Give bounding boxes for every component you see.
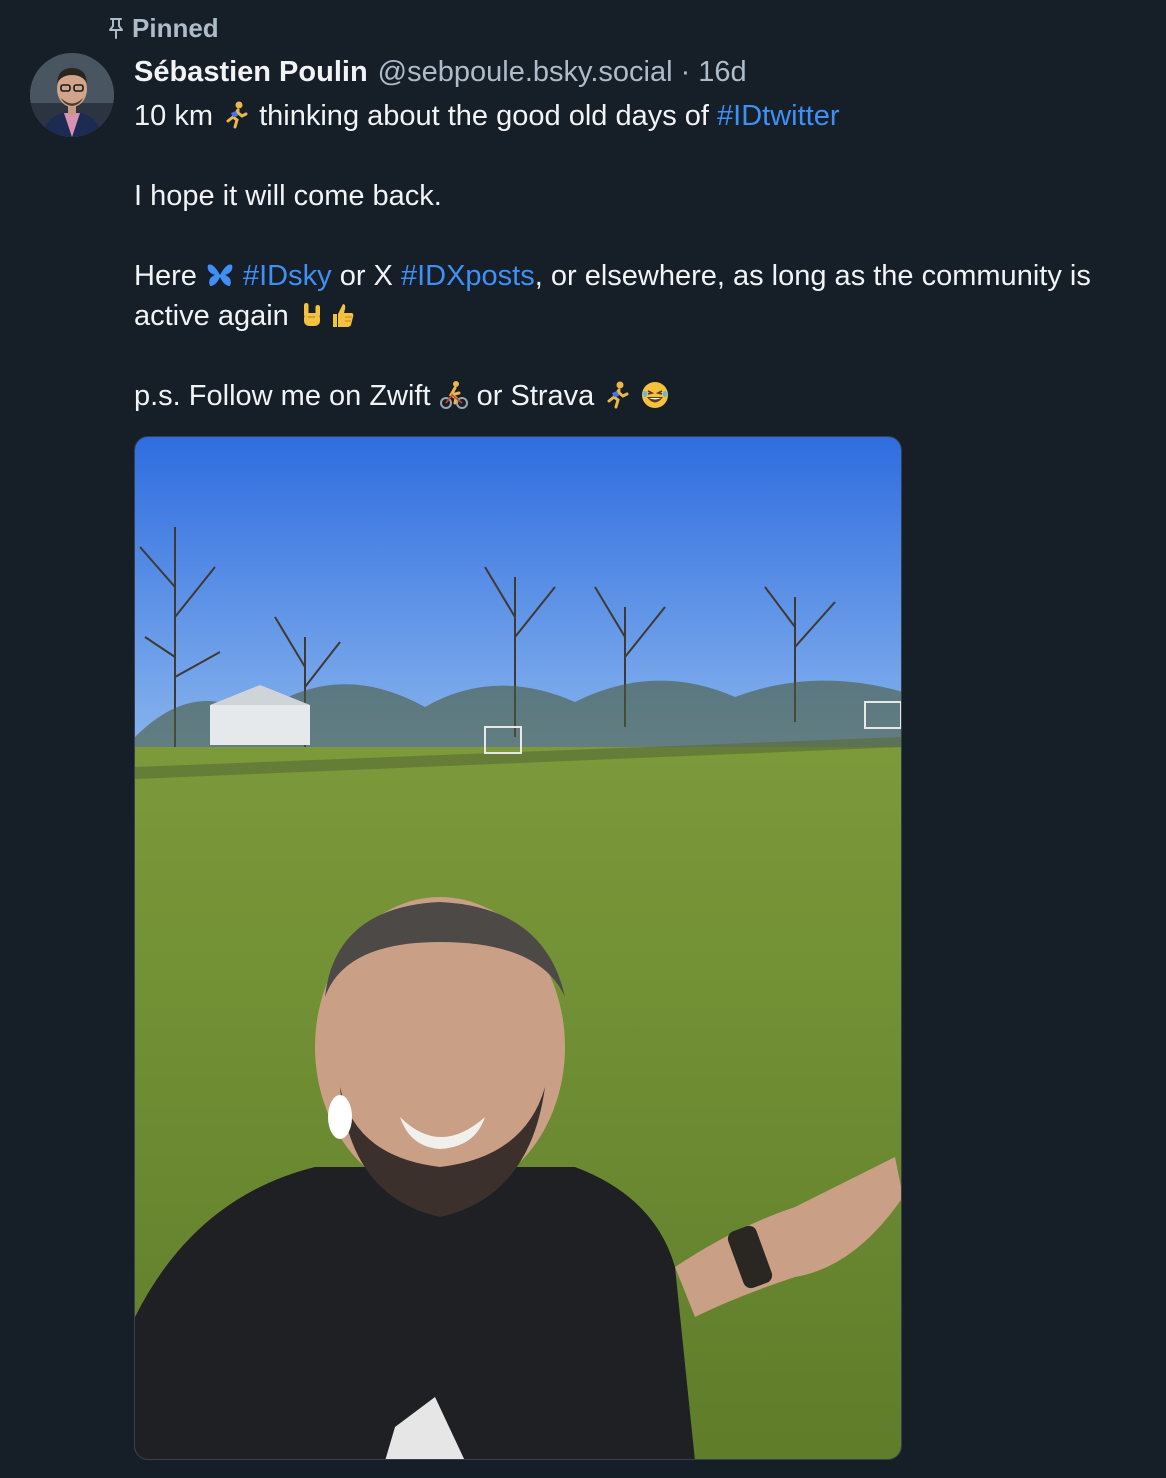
hashtag-link[interactable]: #IDsky — [243, 260, 332, 292]
rock-on-hand-icon — [303, 303, 320, 326]
cyclist-icon — [439, 381, 468, 409]
hashtag-link[interactable]: #IDtwitter — [717, 100, 839, 132]
author-display-name[interactable]: Sébastien Poulin — [134, 56, 368, 89]
header-separator: · — [680, 55, 691, 88]
post-text-segment: p.s. Follow me on Zwift — [134, 380, 431, 412]
pin-icon — [109, 18, 123, 39]
butterfly-icon — [207, 264, 233, 286]
runner-icon — [607, 381, 629, 409]
post-line-1: 10 km thinking about the good old days o… — [134, 96, 1154, 136]
post-line-3: Here #IDsky or X #IDXposts, or elsewhere… — [134, 256, 1154, 336]
post-text-segment: or Strava — [476, 380, 595, 412]
pinned-label: Pinned — [132, 12, 219, 43]
post-text-segment: or X — [339, 260, 393, 292]
post-image[interactable] — [134, 436, 902, 1460]
post-line-4: p.s. Follow me on Zwift or Strava — [134, 376, 1154, 416]
post-text-segment: Here — [134, 260, 197, 292]
runner-icon — [226, 101, 248, 129]
avatar[interactable] — [30, 53, 114, 137]
post-timestamp[interactable]: 16d — [698, 56, 746, 89]
post-line-2: I hope it will come back. — [134, 180, 442, 212]
post-header: Sébastien Poulin @sebpoule.bsky.social ·… — [134, 52, 747, 92]
hashtag-link[interactable]: #IDXposts — [401, 260, 535, 292]
thumbs-up-icon — [332, 304, 354, 327]
post-text: 10 km thinking about the good old days o… — [134, 96, 1154, 416]
laughing-face-icon — [642, 382, 669, 408]
pinned-indicator: Pinned — [106, 13, 219, 43]
post-text-segment: 10 km — [134, 100, 213, 132]
post-text-segment: thinking about the good old days of — [259, 100, 709, 132]
author-handle[interactable]: @sebpoule.bsky.social — [378, 56, 673, 89]
